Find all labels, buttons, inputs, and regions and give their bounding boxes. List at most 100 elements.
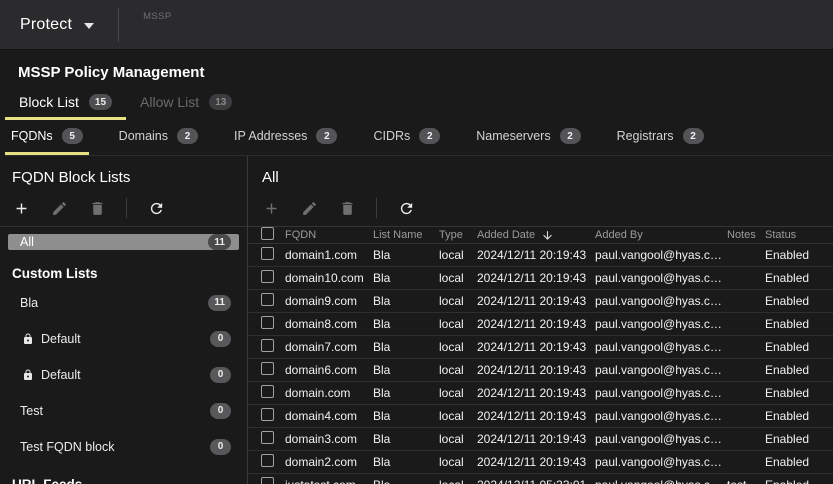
table-row[interactable]: domain2.com Bla local 2024/12/11 20:19:4… [248,451,833,474]
subtab-registrars[interactable]: Registrars 2 [611,122,710,155]
column-header-fqdn[interactable]: FQDN [285,229,373,241]
sort-descending-icon [541,229,554,242]
cell-added-date: 2024/12/11 20:19:43 [477,363,587,377]
cell-list-name: Bla [373,409,391,423]
tab-label: Allow List [140,94,200,110]
cell-fqdn: domain2.com [285,455,358,469]
cell-status: Enabled [765,478,833,484]
sidebar-list-item[interactable]: Test FQDN block 0 [8,432,239,461]
page: MSSP Policy Management Block List 15 All… [0,50,833,484]
table-row[interactable]: domain1.com Bla local 2024/12/11 20:19:4… [248,244,833,267]
table-row[interactable]: domain.com Bla local 2024/12/11 20:19:43… [248,382,833,405]
cell-list-name: Bla [373,248,391,262]
cell-added-date: 2024/12/11 20:19:43 [477,455,587,469]
cell-fqdn: domain.com [285,386,351,400]
column-header-added-date[interactable]: Added Date [477,229,595,242]
row-checkbox[interactable] [261,293,274,306]
sidebar-list-item[interactable]: Bla 11 [8,288,239,317]
cell-status: Enabled [765,386,810,400]
add-entry-button[interactable] [262,199,280,217]
row-checkbox[interactable] [261,362,274,375]
table-row[interactable]: domain7.com Bla local 2024/12/11 20:19:4… [248,336,833,359]
subtab-count-badge: 2 [316,128,338,144]
cell-status: Enabled [765,271,810,285]
cell-added-by: paul.vangool@hyas.com [595,386,727,400]
sidebar-item-count-badge: 0 [210,402,231,419]
row-checkbox[interactable] [261,385,274,398]
cell-type: local [439,363,464,377]
cell-added-date: 2024/12/11 20:19:43 [477,248,587,262]
cell-type: local [439,317,464,331]
sidebar-list-item[interactable]: Test 0 [8,396,239,425]
column-header-added-by[interactable]: Added By [595,229,727,241]
subtab-label: Domains [118,129,168,143]
app-switcher[interactable]: Protect [20,15,95,34]
row-checkbox[interactable] [261,477,274,484]
add-list-button[interactable] [12,199,30,217]
table-row[interactable]: domain4.com Bla local 2024/12/11 20:19:4… [248,405,833,428]
column-header-list-name[interactable]: List Name [373,229,439,241]
cell-fqdn: domain7.com [285,340,358,354]
sidebar-item-all[interactable]: All 11 [8,234,239,250]
row-checkbox[interactable] [261,316,274,329]
table-row[interactable]: domain6.com Bla local 2024/12/11 20:19:4… [248,359,833,382]
sidebar-divider [0,226,247,227]
subtab-ip-addresses[interactable]: IP Addresses 2 [228,122,343,155]
cell-list-name: Bla [373,317,391,331]
sidebar-list-item[interactable]: Default 0 [8,360,239,389]
tab-block-list[interactable]: Block List 15 [5,89,127,120]
edit-list-button[interactable] [50,199,68,217]
refresh-lists-button[interactable] [147,199,165,217]
main-panel: All FQDN List Name Type Added Date Added… [248,156,833,484]
sidebar-list-item[interactable]: Default 0 [8,324,239,353]
row-checkbox[interactable] [261,247,274,260]
row-checkbox[interactable] [261,270,274,283]
subtab-count-badge: 2 [682,128,704,144]
cell-added-by: paul.vangool@hyas.com [595,294,727,308]
column-header-status[interactable]: Status [765,229,833,241]
toolbar-divider [126,198,127,218]
select-all-checkbox[interactable] [261,227,274,240]
content: FQDN Block Lists All 11 Custom Lists Bla… [0,156,833,484]
row-checkbox[interactable] [261,339,274,352]
subtab-fqdns[interactable]: FQDNs 5 [5,122,89,155]
subtab-nameservers[interactable]: Nameservers 2 [470,122,586,155]
app-name: Protect [20,15,73,33]
cell-status: Enabled [765,317,810,331]
row-checkbox[interactable] [261,454,274,467]
cell-added-by: paul.vangool@hyas.com [595,248,727,262]
cell-added-date: 2024/12/11 20:19:43 [477,317,587,331]
table-row[interactable]: domain3.com Bla local 2024/12/11 20:19:4… [248,428,833,451]
edit-entry-button[interactable] [300,199,318,217]
column-header-type[interactable]: Type [439,229,477,241]
tab-label: Block List [19,94,79,110]
cell-status: Enabled [765,340,810,354]
cell-type: local [439,340,464,354]
lock-icon [22,369,34,381]
delete-list-button[interactable] [88,199,106,217]
cell-list-name: Bla [373,478,439,484]
tab-allow-list[interactable]: Allow List 13 [126,89,246,120]
cell-list-name: Bla [373,294,391,308]
table-row[interactable]: domain10.com Bla local 2024/12/11 20:19:… [248,267,833,290]
table-row[interactable]: domain9.com Bla local 2024/12/11 20:19:4… [248,290,833,313]
subtab-label: FQDNs [11,129,53,143]
table-row[interactable]: justatest.com Bla local 2024/12/11 05:33… [248,474,833,484]
cell-list-name: Bla [373,386,391,400]
sidebar-item-count-badge: 0 [210,438,231,455]
refresh-table-button[interactable] [397,199,415,217]
subtab-count-badge: 2 [177,128,198,144]
subtab-domains[interactable]: Domains 2 [113,122,204,155]
sidebar-item-label: Default [41,367,81,382]
table-row[interactable]: domain8.com Bla local 2024/12/11 20:19:4… [248,313,833,336]
subtab-cidrs[interactable]: CIDRs 2 [367,122,446,155]
row-checkbox[interactable] [261,408,274,421]
sidebar-item-count-badge: 11 [208,234,231,250]
sidebar-item-count-badge: 0 [210,366,231,383]
column-header-notes[interactable]: Notes [727,229,765,241]
row-checkbox[interactable] [261,431,274,444]
cell-added-by: paul.vangool@hyas.com [595,271,727,285]
cell-fqdn: domain4.com [285,409,358,423]
delete-entry-button[interactable] [338,199,356,217]
cell-type: local [439,386,464,400]
